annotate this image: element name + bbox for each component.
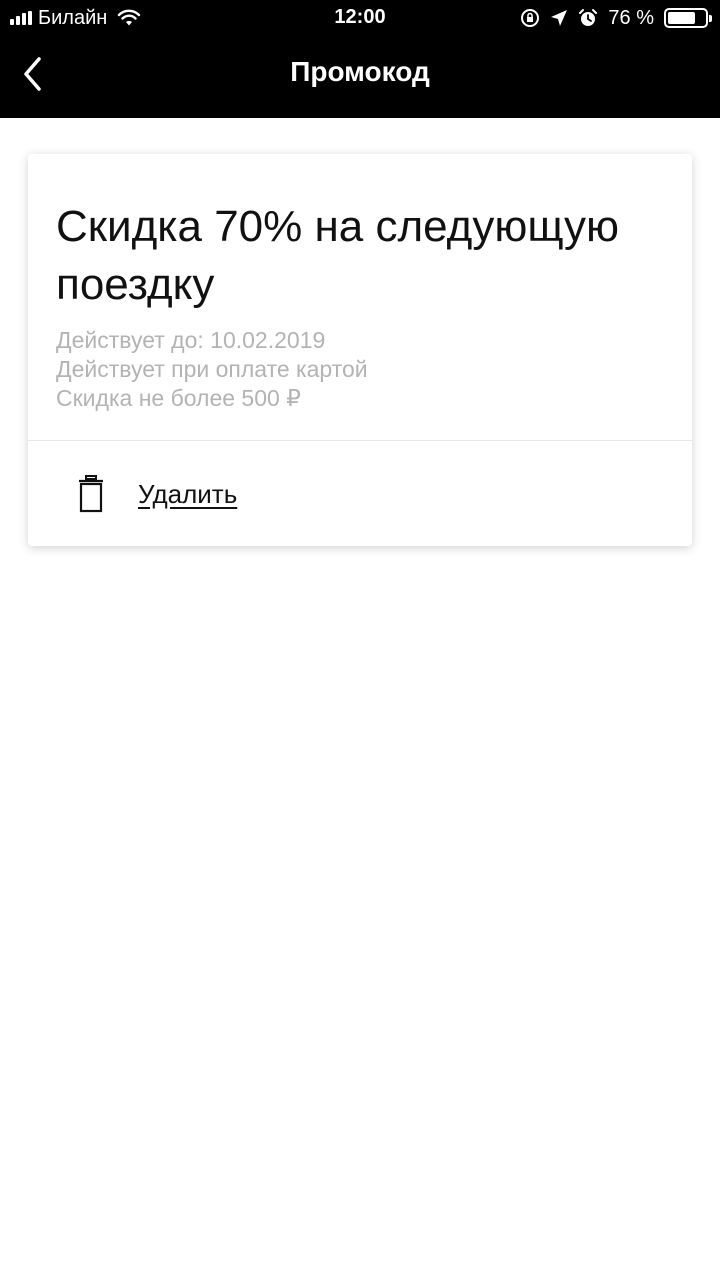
promo-code-screen: Билайн 12:00 76 % Промокод Скидка 70% на… xyxy=(0,0,720,1280)
promo-card: Скидка 70% на следующую поездку Действуе… xyxy=(28,154,692,546)
promo-title: Скидка 70% на следующую поездку xyxy=(56,202,620,309)
orientation-lock-icon xyxy=(521,9,540,27)
status-bar: Билайн 12:00 76 % xyxy=(0,0,720,36)
alarm-icon xyxy=(579,9,598,26)
promo-payment-condition: Действует при оплате картой xyxy=(56,356,368,382)
promo-details: Действует до: 10.02.2019 Действует при о… xyxy=(56,326,656,413)
promo-max-discount: Скидка не более 500 ₽ xyxy=(56,385,301,411)
battery-fill xyxy=(668,12,695,24)
nav-bar: Промокод xyxy=(0,36,720,118)
delete-label[interactable]: Удалить xyxy=(138,479,237,510)
status-right: 76 % xyxy=(520,6,712,30)
page-title: Промокод xyxy=(290,56,430,87)
delete-button[interactable]: Удалить xyxy=(28,441,692,546)
location-arrow-icon xyxy=(551,10,568,26)
promo-valid-until: Действует до: 10.02.2019 xyxy=(56,327,326,353)
battery-percent: 76 % xyxy=(608,6,654,29)
trash-icon xyxy=(79,475,103,513)
battery-icon xyxy=(664,8,712,28)
